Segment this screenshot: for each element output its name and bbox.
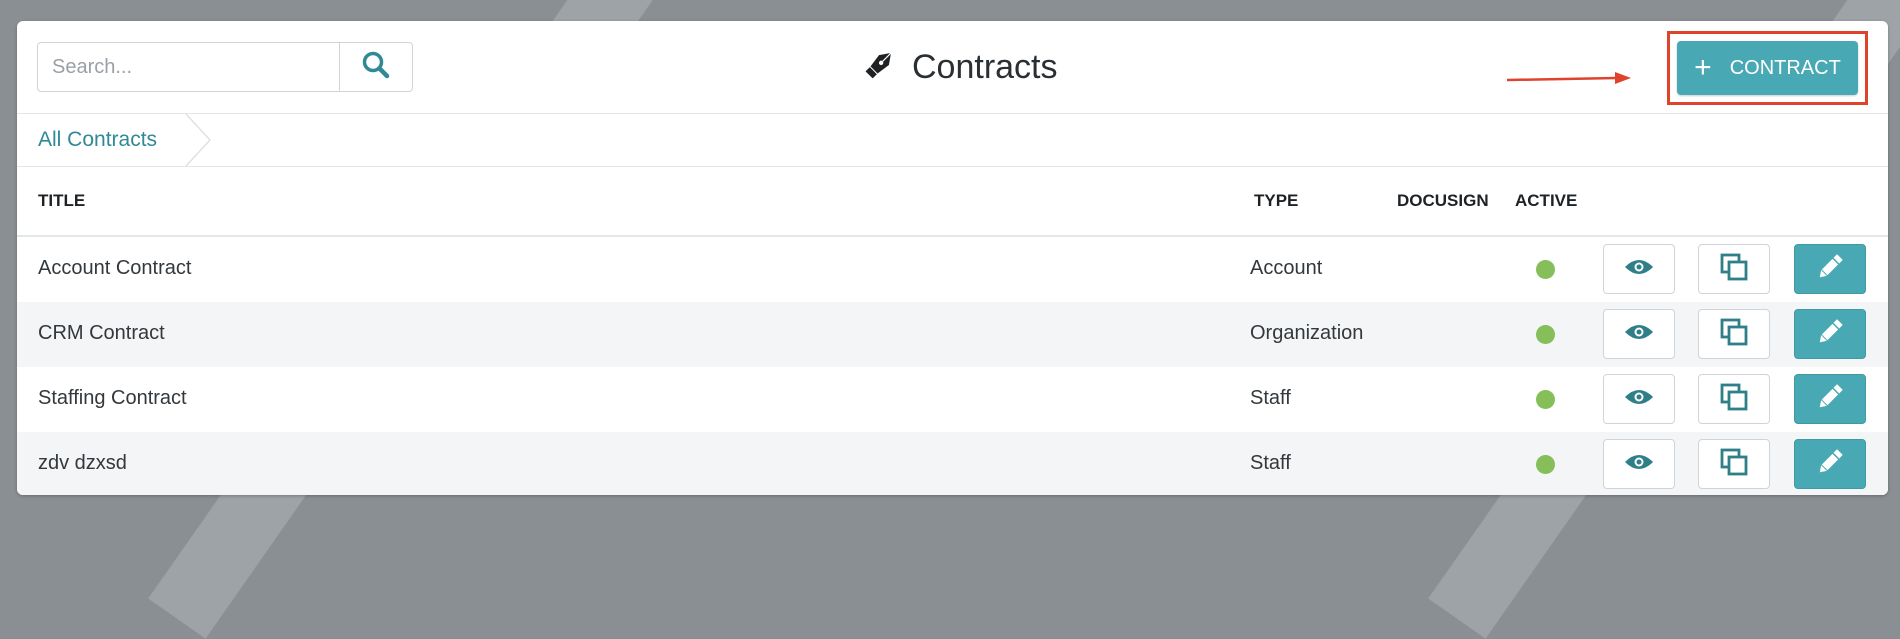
breadcrumb-separator-icon [184, 113, 214, 171]
breadcrumb: All Contracts [17, 113, 1888, 167]
view-button[interactable] [1603, 439, 1675, 489]
eye-icon [1624, 257, 1654, 282]
view-button[interactable] [1603, 309, 1675, 359]
edit-button[interactable] [1794, 374, 1866, 424]
column-header-active[interactable]: ACTIVE [1515, 191, 1577, 211]
duplicate-button[interactable] [1698, 374, 1770, 424]
contracts-panel: Contracts + CONTRACT All Contracts TITLE… [17, 21, 1888, 495]
pencil-icon [1815, 382, 1845, 417]
row-type: Staff [1250, 387, 1291, 409]
table-header: TITLE TYPE DOCUSIGN ACTIVE [17, 167, 1888, 237]
plus-icon: + [1694, 51, 1712, 84]
duplicate-button[interactable] [1698, 439, 1770, 489]
page-title: Contracts [912, 47, 1058, 86]
annotation-arrow [1506, 69, 1637, 94]
edit-button[interactable] [1794, 309, 1866, 359]
pencil-icon [1815, 447, 1845, 482]
view-button[interactable] [1603, 244, 1675, 294]
eye-icon [1624, 452, 1654, 477]
copy-icon [1719, 382, 1749, 417]
row-title: CRM Contract [38, 322, 165, 344]
pencil-icon [1815, 317, 1845, 352]
active-status-dot [1536, 260, 1555, 279]
column-header-title[interactable]: TITLE [38, 191, 85, 211]
table-row: Account Contract Account [17, 237, 1888, 302]
row-type: Staff [1250, 452, 1291, 474]
search-group [37, 42, 413, 92]
active-status-dot [1536, 455, 1555, 474]
duplicate-button[interactable] [1698, 244, 1770, 294]
copy-icon [1719, 252, 1749, 287]
pencil-icon [1815, 252, 1845, 287]
table-row: CRM Contract Organization [17, 302, 1888, 367]
search-input[interactable] [38, 43, 339, 91]
duplicate-button[interactable] [1698, 309, 1770, 359]
edit-button[interactable] [1794, 244, 1866, 294]
eye-icon [1624, 387, 1654, 412]
search-button[interactable] [339, 43, 412, 91]
fountain-pen-icon [860, 46, 898, 89]
eye-icon [1624, 322, 1654, 347]
row-title: zdv dzxsd [38, 452, 127, 474]
add-contract-label: CONTRACT [1729, 56, 1841, 79]
row-title: Staffing Contract [38, 387, 187, 409]
page-title-group: Contracts [860, 45, 1058, 89]
search-icon [361, 50, 391, 85]
copy-icon [1719, 447, 1749, 482]
table-row: Staffing Contract Staff [17, 367, 1888, 432]
column-header-type[interactable]: TYPE [1254, 191, 1298, 211]
breadcrumb-all-contracts[interactable]: All Contracts [38, 128, 157, 152]
panel-header: Contracts + CONTRACT [17, 21, 1888, 114]
row-type: Organization [1250, 322, 1364, 344]
active-status-dot [1536, 325, 1555, 344]
edit-button[interactable] [1794, 439, 1866, 489]
row-title: Account Contract [38, 257, 192, 279]
active-status-dot [1536, 390, 1555, 409]
row-type: Account [1250, 257, 1323, 279]
table-row: zdv dzxsd Staff [17, 432, 1888, 495]
copy-icon [1719, 317, 1749, 352]
view-button[interactable] [1603, 374, 1675, 424]
column-header-docusign[interactable]: DOCUSIGN [1397, 191, 1489, 211]
add-contract-button[interactable]: + CONTRACT [1677, 41, 1858, 95]
